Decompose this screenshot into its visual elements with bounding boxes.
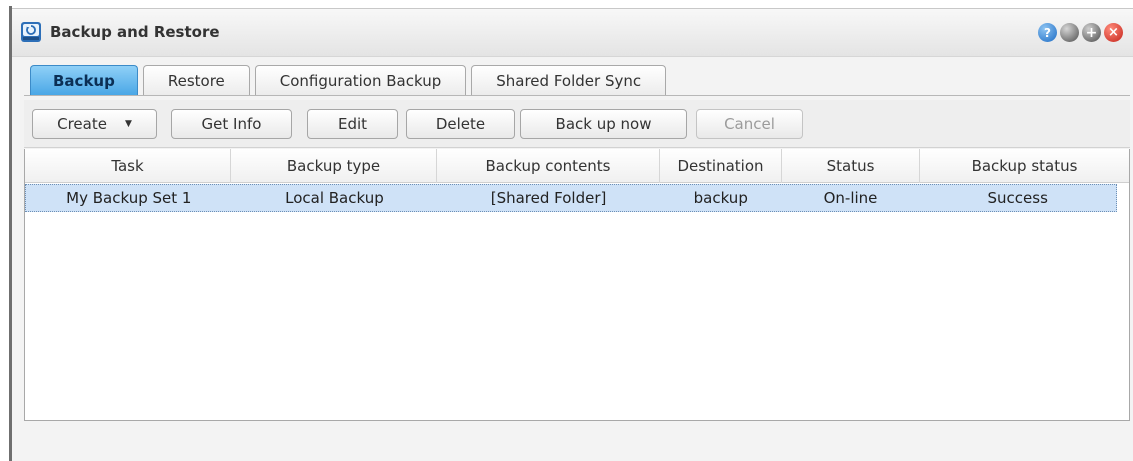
cell-task: My Backup Set 1	[66, 189, 192, 207]
create-label: Create	[57, 115, 107, 133]
tab-backup[interactable]: Backup	[30, 65, 138, 95]
title-bar[interactable]: Backup and Restore ? + ×	[12, 9, 1133, 57]
back-up-now-button[interactable]: Back up now	[520, 109, 687, 139]
help-icon[interactable]: ?	[1038, 23, 1057, 42]
cell-backup-status: Success	[987, 189, 1048, 207]
cell-backup-type: Local Backup	[285, 189, 384, 207]
backup-task-table: Task Backup type Backup contents Destina…	[24, 149, 1130, 421]
column-header-destination[interactable]: Destination	[660, 149, 782, 183]
cell-backup-contents: [Shared Folder]	[490, 189, 607, 207]
cell-status: On-line	[823, 189, 878, 207]
column-header-task[interactable]: Task	[25, 149, 231, 183]
toolbar: Create ▼ Get Info Edit Delete Back up no…	[24, 100, 1130, 148]
get-info-button[interactable]: Get Info	[171, 109, 292, 139]
maximize-icon[interactable]: +	[1082, 23, 1101, 42]
column-header-status[interactable]: Status	[782, 149, 920, 183]
tab-configuration-backup[interactable]: Configuration Backup	[254, 65, 467, 95]
column-header-backup-type[interactable]: Backup type	[231, 149, 437, 183]
backup-tab-panel: Create ▼ Get Info Edit Delete Back up no…	[24, 95, 1130, 421]
backup-app-icon	[21, 22, 41, 42]
table-header: Task Backup type Backup contents Destina…	[25, 149, 1129, 183]
close-icon[interactable]: ×	[1104, 23, 1123, 42]
cancel-button[interactable]: Cancel	[696, 109, 803, 139]
minimize-icon[interactable]	[1060, 23, 1079, 42]
column-header-backup-contents[interactable]: Backup contents	[437, 149, 660, 183]
tab-restore[interactable]: Restore	[142, 65, 250, 95]
cell-destination: backup	[693, 189, 748, 207]
backup-restore-window: Backup and Restore ? + × Backup Restore …	[12, 8, 1133, 461]
window-title: Backup and Restore	[50, 23, 220, 41]
tab-strip: Backup Restore Configuration Backup Shar…	[30, 65, 667, 95]
edit-button[interactable]: Edit	[307, 109, 398, 139]
delete-button[interactable]: Delete	[406, 109, 515, 139]
window-controls: ? + ×	[1038, 23, 1123, 42]
tab-shared-folder-sync[interactable]: Shared Folder Sync	[471, 65, 667, 95]
column-header-backup-status[interactable]: Backup status	[920, 149, 1129, 183]
table-row[interactable]: My Backup Set 1 Local Backup [Shared Fol…	[25, 184, 1117, 212]
dropdown-caret-icon: ▼	[124, 119, 132, 129]
create-button[interactable]: Create ▼	[32, 109, 157, 139]
